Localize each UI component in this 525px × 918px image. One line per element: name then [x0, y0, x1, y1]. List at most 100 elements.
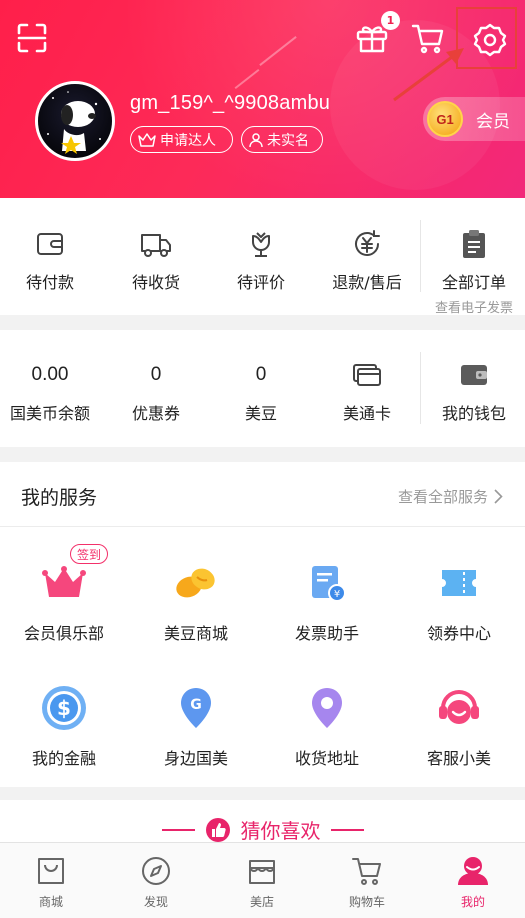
- location-g-icon: G: [170, 682, 222, 734]
- truck-icon: [138, 226, 174, 262]
- service-meidou-mall[interactable]: 美豆商城: [136, 557, 256, 644]
- refund-icon: [349, 226, 385, 262]
- guess-title: 猜你喜欢: [240, 819, 321, 843]
- wallet-label: 美通卡: [342, 404, 391, 423]
- order-pending-payment[interactable]: 待付款: [13, 226, 87, 293]
- wallet-label: 美豆: [244, 404, 277, 423]
- meitong-card[interactable]: 美通卡: [329, 357, 405, 424]
- divider: [420, 352, 421, 424]
- service-label: 我的金融: [31, 749, 96, 768]
- tab-label: 商城: [38, 895, 63, 909]
- coupons[interactable]: 0 优惠券: [118, 357, 194, 424]
- wallet-icon: [32, 226, 68, 262]
- tab-me[interactable]: 我的: [438, 853, 508, 910]
- services-card: 我的服务 查看全部服务 会员俱乐部 美豆商城 ¥ 发票助手 领券中心 $ 我的金…: [0, 462, 525, 787]
- svg-text:G: G: [190, 697, 202, 713]
- order-label: 待评价: [236, 273, 285, 292]
- decor-line: [161, 828, 195, 831]
- thumbs-up-icon: [205, 817, 230, 842]
- bottom-tab-bar: 商城 发现 美店 购物车 我的: [0, 842, 525, 918]
- flower-icon: [243, 226, 279, 262]
- all-orders[interactable]: 全部订单 查看电子发票: [424, 226, 524, 316]
- wallet-value: 0.00: [31, 364, 69, 385]
- realname-label: 未实名: [267, 132, 309, 149]
- service-label: 美豆商城: [163, 624, 228, 643]
- signin-badge[interactable]: 签到: [70, 544, 109, 564]
- e-invoice-link[interactable]: 查看电子发票: [435, 297, 513, 316]
- realname-tag[interactable]: 未实名: [241, 126, 323, 153]
- cart-icon: [349, 853, 385, 889]
- wallet-filled-icon: [456, 357, 492, 393]
- service-member-club[interactable]: 会员俱乐部: [4, 557, 124, 644]
- decor-line: [330, 828, 364, 831]
- order-refund-aftersale[interactable]: 退款/售后: [322, 226, 412, 293]
- tab-discover[interactable]: 发现: [121, 853, 191, 910]
- orders-card: 待付款 待收货 待评价 退款/售后 全部订单 查看电子发票: [0, 198, 525, 316]
- service-label: 发票助手: [294, 624, 359, 643]
- headset-icon: [433, 682, 485, 734]
- avatar[interactable]: [35, 81, 115, 161]
- service-my-finance[interactable]: $ 我的金融: [4, 682, 124, 769]
- svg-text:$: $: [57, 696, 71, 720]
- wallet-label: 我的钱包: [441, 404, 506, 423]
- service-label: 身边国美: [163, 749, 228, 768]
- tab-meidian[interactable]: 美店: [227, 853, 297, 910]
- order-label: 待收货: [131, 273, 180, 292]
- tab-label: 我的: [460, 895, 485, 909]
- service-label: 领券中心: [426, 624, 491, 643]
- tab-label: 购物车: [348, 895, 385, 909]
- service-nearby-gome[interactable]: G 身边国美: [136, 682, 256, 769]
- service-label: 客服小美: [426, 749, 491, 768]
- apply-expert-label: 申请达人: [160, 132, 216, 149]
- vip-label: 会员: [476, 111, 510, 132]
- guess-you-like-section: 猜你喜欢: [0, 800, 525, 844]
- chevron-right-icon: [494, 489, 503, 504]
- divider: [420, 220, 421, 292]
- vip-level-badge: G1: [427, 101, 463, 137]
- order-pending-review[interactable]: 待评价: [224, 226, 298, 293]
- tab-mall[interactable]: 商城: [16, 853, 86, 910]
- divider: [0, 526, 525, 527]
- section-title: 我的服务: [21, 487, 98, 509]
- view-all-services-link[interactable]: 查看全部服务: [398, 486, 503, 507]
- user-outline-icon: [249, 132, 263, 147]
- svg-text:¥: ¥: [334, 589, 340, 600]
- service-customer-support[interactable]: 客服小美: [399, 682, 519, 769]
- order-label: 待付款: [25, 273, 74, 292]
- scan-icon[interactable]: [12, 18, 52, 58]
- crown-outline-icon: [138, 132, 156, 147]
- shopping-bag-icon: [33, 853, 69, 889]
- membership-pill[interactable]: G1 会员: [423, 97, 525, 141]
- card-icon: [349, 357, 385, 393]
- tab-cart[interactable]: 购物车: [332, 853, 402, 910]
- service-shipping-address[interactable]: 收货地址: [267, 682, 387, 769]
- apply-expert-tag[interactable]: 申请达人: [130, 126, 233, 153]
- order-label: 退款/售后: [332, 273, 402, 292]
- all-orders-label: 全部订单: [441, 273, 506, 292]
- wallet-value: 0: [150, 364, 162, 385]
- crown-icon: [38, 557, 90, 609]
- dollar-icon: $: [38, 682, 90, 734]
- wallet-card: 0.00 国美币余额 0 优惠券 0 美豆 美通卡 我的钱包: [0, 330, 525, 447]
- wallet-label: 优惠券: [131, 404, 180, 423]
- service-invoice-assistant[interactable]: ¥ 发票助手: [267, 557, 387, 644]
- wallet-label: 国美币余额: [9, 404, 90, 423]
- gift-count-badge: 1: [381, 11, 400, 30]
- clipboard-icon: [456, 226, 492, 262]
- service-label: 会员俱乐部: [23, 624, 104, 643]
- service-label: 收货地址: [294, 749, 359, 768]
- user-face-icon: [455, 853, 491, 889]
- beans-icon: [170, 557, 222, 609]
- service-coupon-center[interactable]: 领券中心: [399, 557, 519, 644]
- my-wallet[interactable]: 我的钱包: [432, 357, 516, 424]
- username: gm_159^_^9908ambu: [130, 92, 331, 114]
- wallet-value: 0: [255, 364, 267, 385]
- coupon-icon: [433, 557, 485, 609]
- store-icon: [244, 853, 280, 889]
- compass-icon: [138, 853, 174, 889]
- order-pending-receipt[interactable]: 待收货: [119, 226, 193, 293]
- meidou[interactable]: 0 美豆: [223, 357, 299, 424]
- gome-coin-balance[interactable]: 0.00 国美币余额: [2, 357, 98, 424]
- annotation-arrow: [393, 48, 464, 102]
- tab-label: 发现: [143, 895, 168, 909]
